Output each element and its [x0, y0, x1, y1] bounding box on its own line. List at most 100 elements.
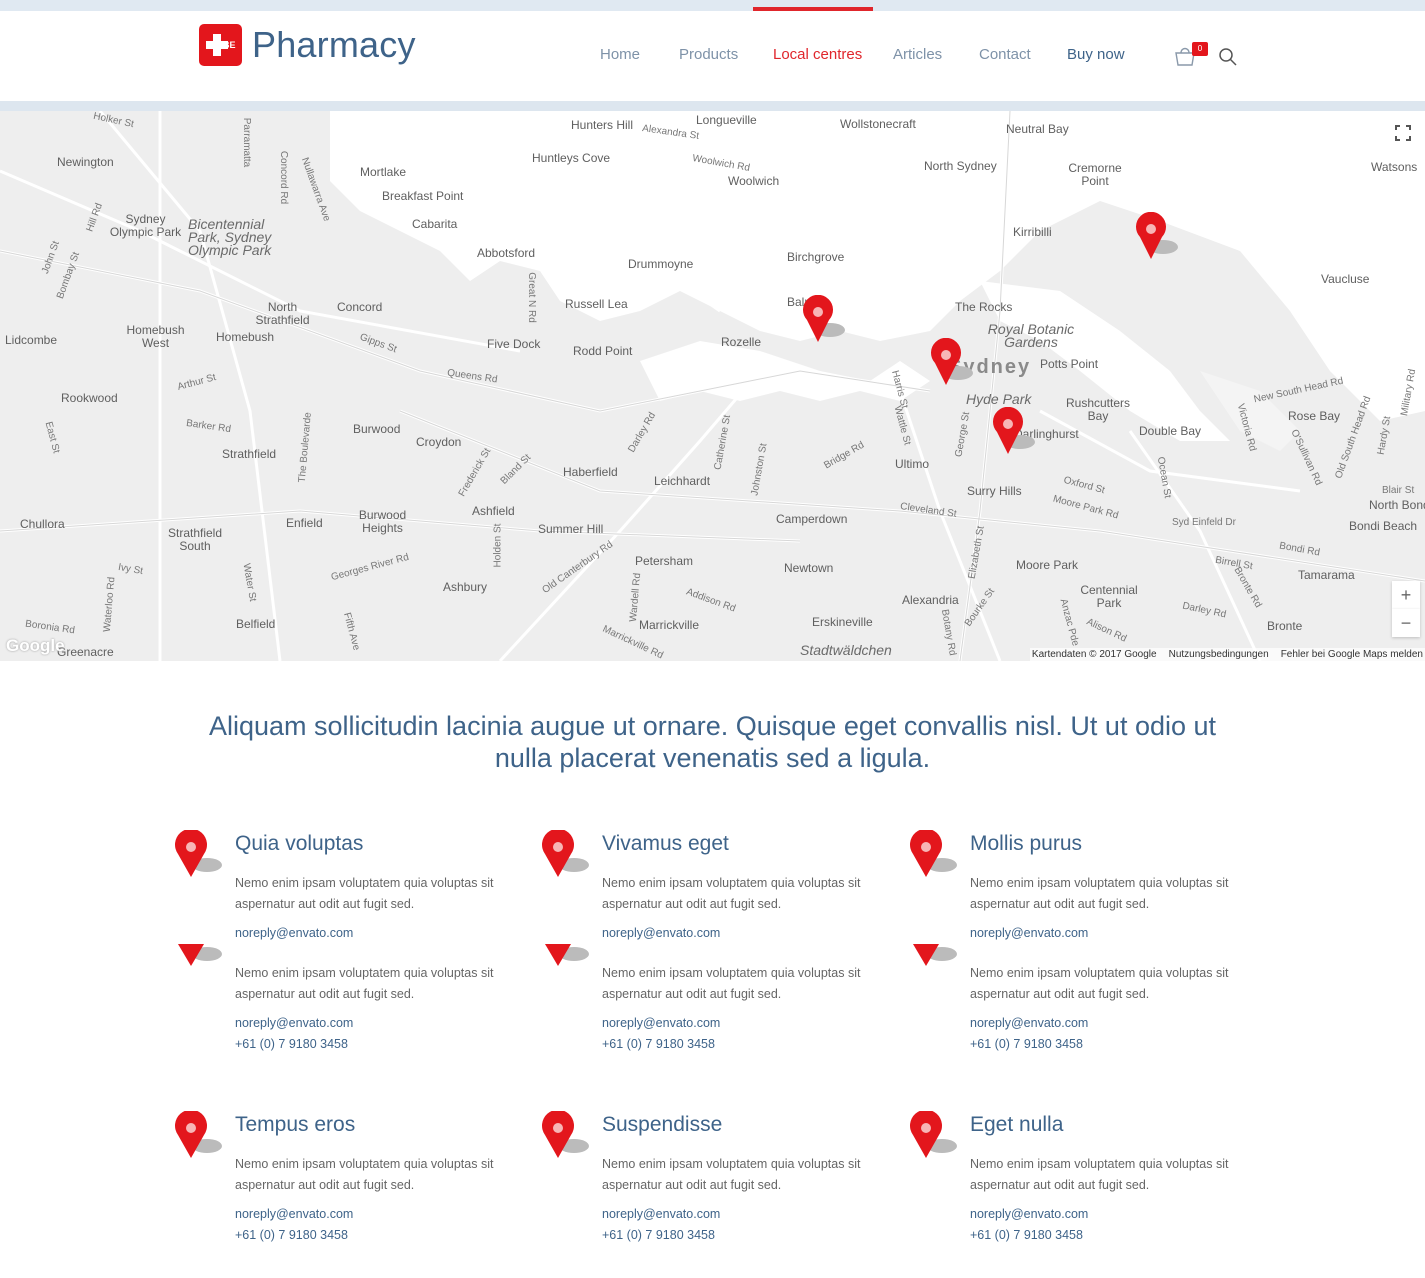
- map-label: Neutral Bay: [1006, 122, 1069, 136]
- location-description: Nemo enim ipsam voluptatem quia voluptas…: [602, 966, 861, 1001]
- map-label: The Rocks: [955, 300, 1013, 314]
- map-label: Bronte: [1267, 619, 1303, 633]
- map-label: Enfield: [286, 516, 323, 530]
- report-error-link[interactable]: Fehler bei Google Maps melden: [1281, 649, 1423, 660]
- map-label: Strathfield: [222, 447, 277, 461]
- map-label: Parramatta: [241, 117, 253, 168]
- location-email[interactable]: noreply@envato.com: [970, 1016, 1088, 1030]
- location-phone[interactable]: +61 (0) 7 9180 3458: [970, 1037, 1083, 1051]
- map-label: Surry Hills: [967, 484, 1022, 498]
- location-phone[interactable]: +61 (0) 7 9180 3458: [235, 1228, 348, 1242]
- map-label: Cabarita: [412, 217, 458, 231]
- map-label: Rozelle: [721, 335, 762, 349]
- location-card: Suspendisse Nemo enim ipsam voluptatem q…: [542, 1111, 872, 1251]
- map-label: Rushcutters Bay: [1065, 396, 1131, 423]
- map-label: Homebush: [216, 330, 275, 344]
- location-card: Tempus eros Nemo enim ipsam voluptatem q…: [175, 1111, 505, 1251]
- map-label: Wollstonecraft: [840, 117, 916, 131]
- location-email[interactable]: noreply@envato.com: [602, 926, 720, 940]
- brand-name: Pharmacy: [252, 24, 416, 65]
- map-base: [0, 111, 1425, 661]
- map-label: Birchgrove: [787, 250, 845, 264]
- search-icon[interactable]: [1218, 47, 1238, 67]
- map[interactable]: Holker St Parramatta Hunters Hill Alexan…: [0, 111, 1425, 661]
- nav-buy-now[interactable]: Buy now: [1067, 46, 1125, 63]
- map-label: Sydney Olympic Park: [109, 212, 182, 239]
- location-pin-icon: [175, 1111, 222, 1158]
- location-description: Nemo enim ipsam voluptatem quia voluptas…: [235, 1157, 494, 1192]
- map-label: Ultimo: [895, 457, 930, 471]
- google-logo[interactable]: Google: [6, 636, 65, 656]
- map-label: Blair St: [1382, 485, 1415, 496]
- location-title: Mollis purus: [970, 832, 1083, 855]
- map-marker-icon[interactable]: [798, 295, 848, 343]
- location-email[interactable]: noreply@envato.com: [235, 1207, 353, 1221]
- location-card: Mollis purus Nemo enim ipsam voluptatem …: [910, 830, 1240, 1060]
- logo-badge: BE: [223, 40, 236, 50]
- map-label: Holden St: [492, 523, 504, 568]
- map-label: Cremorne Point: [1068, 161, 1122, 188]
- nav-articles[interactable]: Articles: [893, 46, 942, 63]
- location-email[interactable]: noreply@envato.com: [970, 926, 1088, 940]
- map-label: Greenacre: [57, 645, 114, 659]
- location-title: Vivamus eget: [602, 832, 729, 855]
- map-label: Russell Lea: [565, 297, 628, 311]
- map-label: Leichhardt: [654, 474, 711, 488]
- location-pin-icon: [545, 944, 589, 966]
- location-email[interactable]: noreply@envato.com: [235, 1016, 353, 1030]
- map-label: Abbotsford: [477, 246, 536, 260]
- location-phone[interactable]: +61 (0) 7 9180 3458: [602, 1228, 715, 1242]
- pharmacy-cross-icon: BE: [199, 24, 242, 66]
- location-email[interactable]: noreply@envato.com: [602, 1016, 720, 1030]
- map-label: Drummoyne: [628, 257, 694, 271]
- nav-contact[interactable]: Contact: [979, 46, 1031, 63]
- location-phone[interactable]: +61 (0) 7 9180 3458: [602, 1037, 715, 1051]
- map-marker-icon[interactable]: [988, 407, 1038, 455]
- location-description: Nemo enim ipsam voluptatem quia voluptas…: [970, 1157, 1229, 1192]
- map-label: Kirribilli: [1013, 225, 1052, 239]
- zoom-out-button[interactable]: −: [1392, 609, 1420, 637]
- map-label: Five Dock: [487, 337, 541, 351]
- map-label: Vaucluse: [1321, 272, 1370, 286]
- map-label: Chullora: [20, 517, 65, 531]
- location-phone[interactable]: +61 (0) 7 9180 3458: [235, 1037, 348, 1051]
- map-label: Woolwich: [728, 174, 780, 188]
- location-pin-icon: [542, 830, 589, 877]
- map-marker-icon[interactable]: [1131, 212, 1181, 260]
- nav-local-centres[interactable]: Local centres: [773, 46, 862, 63]
- location-email[interactable]: noreply@envato.com: [602, 1207, 720, 1221]
- map-label: Croydon: [416, 435, 462, 449]
- map-label: Watsons: [1371, 160, 1418, 174]
- zoom-in-button[interactable]: +: [1392, 581, 1420, 609]
- nav-products[interactable]: Products: [679, 46, 738, 63]
- map-label: Ashfield: [472, 504, 515, 518]
- map-label: Lidcombe: [5, 333, 58, 347]
- nav-home[interactable]: Home: [600, 46, 640, 63]
- fullscreen-icon[interactable]: [1393, 123, 1413, 143]
- location-pin-icon: [175, 830, 222, 877]
- site-logo[interactable]: BE Pharmacy: [199, 24, 416, 66]
- map-label: Concord Rd: [278, 150, 290, 205]
- location-phone[interactable]: +61 (0) 7 9180 3458: [970, 1228, 1083, 1242]
- map-label: Summer Hill: [538, 522, 604, 536]
- map-label: Syd Einfeld Dr: [1172, 517, 1236, 528]
- location-pin-icon: [910, 830, 957, 877]
- map-label: Alexandria: [902, 593, 959, 607]
- location-description: Nemo enim ipsam voluptatem quia voluptas…: [235, 876, 494, 911]
- map-label: Homebush West: [126, 323, 185, 350]
- map-label: Stadtwäldchen: [800, 642, 892, 658]
- location-card: Quia voluptas Nemo enim ipsam voluptatem…: [175, 830, 505, 1060]
- terms-link[interactable]: Nutzungsbedingungen: [1169, 649, 1269, 660]
- location-pin-icon: [913, 944, 957, 966]
- location-title: Eget nulla: [970, 1113, 1064, 1136]
- map-label: North Bondi: [1369, 498, 1425, 512]
- location-email[interactable]: noreply@envato.com: [970, 1207, 1088, 1221]
- location-title: Tempus eros: [235, 1113, 356, 1136]
- map-label: Erskineville: [812, 615, 873, 629]
- map-label: Longueville: [696, 113, 757, 127]
- map-marker-icon[interactable]: [926, 338, 976, 386]
- location-email[interactable]: noreply@envato.com: [235, 926, 353, 940]
- map-label: Centennial Park: [1080, 583, 1138, 610]
- map-label: Hyde Park: [966, 391, 1032, 407]
- map-label: Ashbury: [443, 580, 488, 594]
